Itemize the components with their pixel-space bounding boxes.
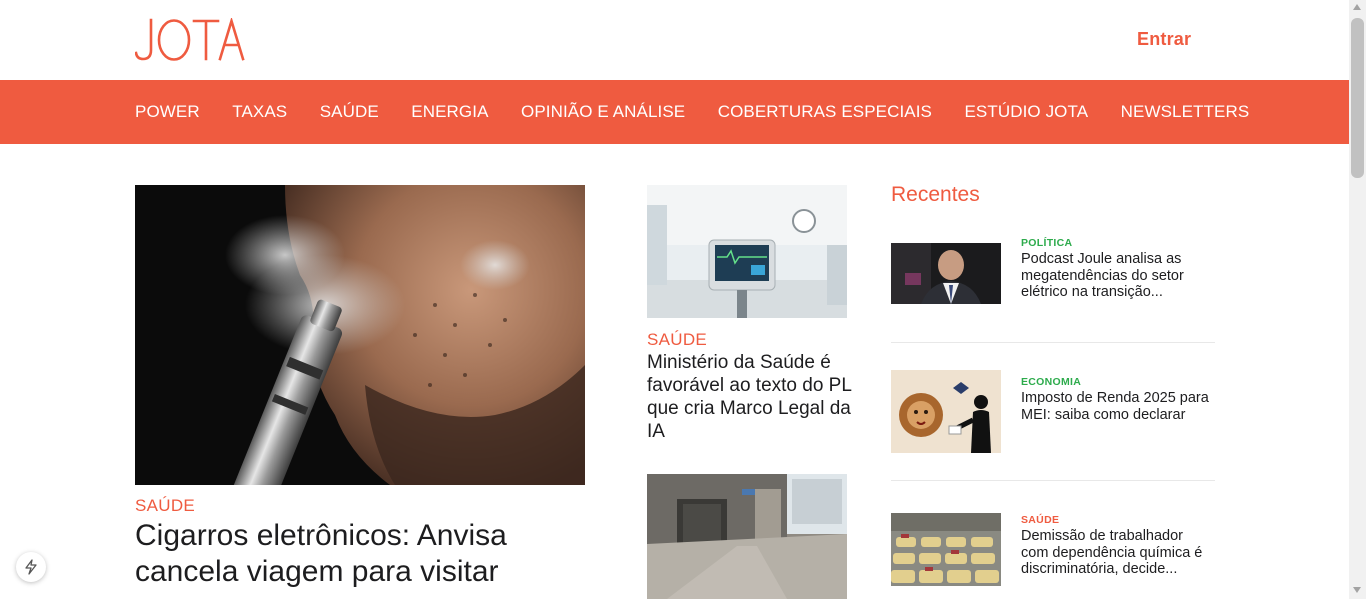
recent-thumb[interactable] <box>891 370 1001 453</box>
recent-divider <box>891 480 1215 481</box>
lightning-icon[interactable] <box>16 552 46 582</box>
recent-item[interactable]: SAÚDE Demissão de trabalhador com depend… <box>891 510 1215 599</box>
recent-title[interactable]: Podcast Joule analisa as megatendências … <box>1021 251 1211 301</box>
hero-category[interactable]: SAÚDE <box>135 496 195 516</box>
nav-item-saude[interactable]: SAÚDE <box>320 102 379 122</box>
article-image-building[interactable] <box>647 474 847 599</box>
recent-heading: Recentes <box>891 183 980 206</box>
jota-logo[interactable] <box>135 18 245 62</box>
hero-title[interactable]: Cigarros eletrônicos: Anvisa cancela via… <box>135 518 585 590</box>
article-image-ia[interactable] <box>647 185 847 318</box>
site-header: Entrar <box>0 0 1349 80</box>
nav-item-opiniao[interactable]: OPINIÃO E ANÁLISE <box>521 102 685 122</box>
nav-item-power[interactable]: POWER <box>135 102 200 122</box>
recent-divider <box>891 342 1215 343</box>
main-nav: POWER TAXAS SAÚDE ENERGIA OPINIÃO E ANÁL… <box>0 80 1349 144</box>
scroll-down-arrow-icon[interactable] <box>1353 587 1361 593</box>
article-title[interactable]: Ministério da Saúde é favorável ao texto… <box>647 351 852 443</box>
recent-category[interactable]: POLÍTICA <box>1021 237 1072 249</box>
hero-article-image[interactable] <box>135 185 585 485</box>
recent-category[interactable]: ECONOMIA <box>1021 376 1081 388</box>
nav-item-newsletters[interactable]: NEWSLETTERS <box>1121 102 1250 122</box>
recent-category[interactable]: SAÚDE <box>1021 514 1059 526</box>
login-link[interactable]: Entrar <box>1137 29 1191 50</box>
recent-thumb[interactable] <box>891 243 1001 304</box>
recent-title[interactable]: Imposto de Renda 2025 para MEI: saiba co… <box>1021 390 1211 423</box>
scroll-thumb[interactable] <box>1351 18 1364 178</box>
scroll-up-arrow-icon[interactable] <box>1353 4 1361 10</box>
recent-item[interactable]: ECONOMIA Imposto de Renda 2025 para MEI:… <box>891 370 1215 460</box>
nav-item-coberturas[interactable]: COBERTURAS ESPECIAIS <box>718 102 932 122</box>
nav-item-estudio[interactable]: ESTÚDIO JOTA <box>964 102 1088 122</box>
recent-thumb[interactable] <box>891 513 1001 586</box>
recent-title[interactable]: Demissão de trabalhador com dependência … <box>1021 528 1211 578</box>
recent-item[interactable]: POLÍTICA Podcast Joule analisa as megate… <box>891 235 1215 325</box>
article-category[interactable]: SAÚDE <box>647 330 707 350</box>
nav-list: POWER TAXAS SAÚDE ENERGIA OPINIÃO E ANÁL… <box>135 80 1249 144</box>
nav-item-energia[interactable]: ENERGIA <box>411 102 488 122</box>
nav-item-taxas[interactable]: TAXAS <box>232 102 287 122</box>
page-scrollbar[interactable] <box>1349 0 1366 599</box>
